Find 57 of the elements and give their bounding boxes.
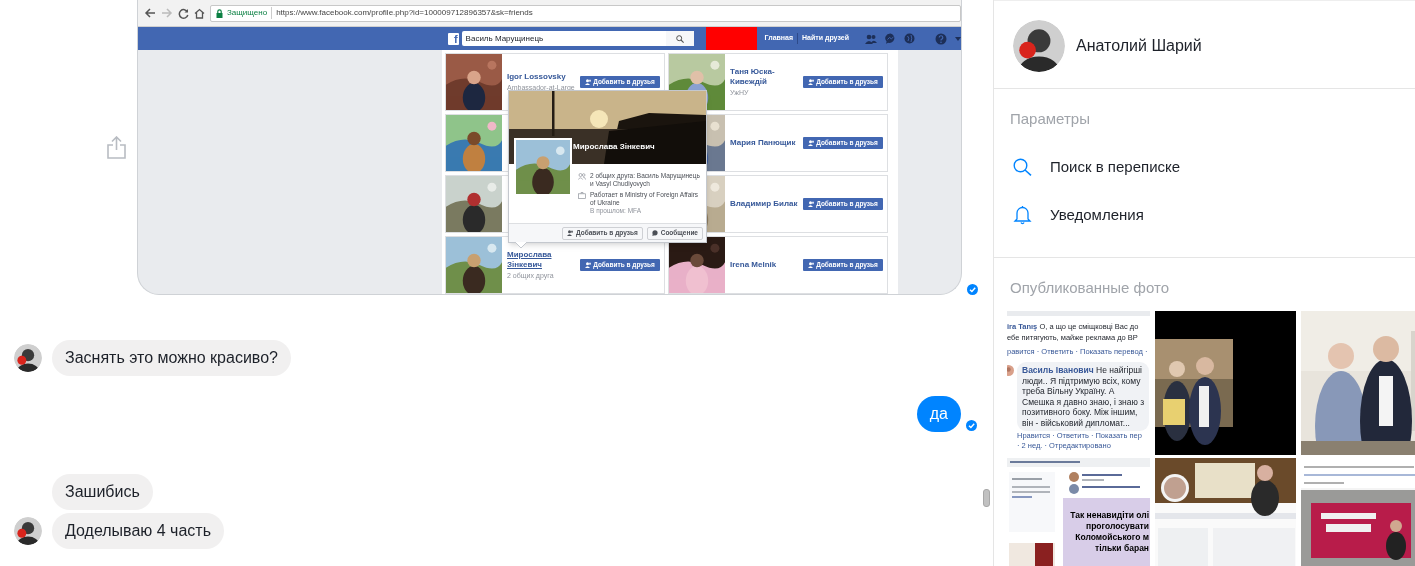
friend-name-link[interactable]: Владимир Билак [730, 199, 798, 209]
friend-name-link[interactable]: Irena Melnik [730, 260, 798, 270]
caret-icon[interactable] [955, 36, 961, 41]
post-image-text: тільки баран [1094, 543, 1149, 554]
section-title: Опубликованные фото [1009, 278, 1170, 298]
message-bubble: Заснять это можно красиво? [52, 340, 291, 376]
settings-option[interactable]: Уведомления [1010, 191, 1415, 239]
friend-name-link[interactable]: Мария Панющик [730, 138, 798, 148]
add-person-icon [808, 140, 815, 146]
bell-icon [1013, 205, 1032, 225]
post-image-text: Коломойського м [1075, 532, 1149, 543]
add-person-icon [808, 79, 815, 85]
comment-text: Василь Іванович Не найгірші [1022, 365, 1143, 376]
share-icon[interactable] [107, 136, 126, 159]
add-person-icon [567, 230, 574, 236]
search-field[interactable]: Василь Марущинець [461, 31, 694, 46]
add-person-icon [808, 201, 815, 207]
message-bubble: Доделываю 4 часть [52, 513, 224, 549]
friend-name-link[interactable]: Таня Юска-Кивеждій [730, 67, 798, 87]
add-person-icon [585, 79, 592, 85]
url-text: https://www.facebook.com/profile.php?id=100009712896357&sk=friends [276, 7, 533, 19]
comment-text: треба Вільну Україну. А [1022, 386, 1116, 397]
people-icon [578, 173, 586, 180]
search-icon [1013, 158, 1032, 176]
home-icon[interactable] [194, 7, 205, 19]
messenger-icon[interactable] [885, 33, 896, 44]
comment-text: люди.. Я підтримую всіх, кому [1022, 375, 1142, 386]
photo-thumbnail[interactable]: Так ненавидіти олі проголосувати Коломойського м тільки баран [1007, 458, 1150, 566]
globe-icon[interactable] [904, 33, 915, 44]
forward-icon[interactable] [161, 8, 173, 18]
friend-name-link[interactable]: Мирослава Зінкевич [507, 250, 575, 270]
friend-name-link[interactable]: Igor Lossovsky [507, 72, 575, 82]
comment-text: він - військовий дипломат... [1022, 417, 1131, 428]
briefcase-icon [578, 192, 586, 199]
reload-icon[interactable] [178, 7, 189, 19]
address-bar[interactable]: Защищено https://www.facebook.com/profile.php?id=100009712896357&sk=friends [210, 4, 961, 22]
section-title: Параметры [1010, 109, 1091, 126]
lock-icon [216, 8, 223, 18]
search-icon [675, 34, 684, 43]
secure-label: Защищено [227, 7, 273, 19]
post-image-text: Так ненавидіти олі [1070, 510, 1149, 521]
scrollbar-thumb[interactable] [983, 489, 990, 507]
message-bubble: Зашибись [52, 474, 153, 510]
comment-text: позитивного боку. Між іншим, [1022, 407, 1139, 418]
add-person-icon [585, 262, 592, 268]
help-icon[interactable] [935, 32, 947, 45]
contact-name: Анатолий Шарий [1076, 35, 1202, 56]
chat-bubble-icon [651, 230, 658, 236]
redaction-block [705, 27, 757, 50]
message-bubble: да [916, 396, 961, 432]
comment-text: Смешка я давно знаю, і знаю з [1022, 396, 1145, 407]
post-image-text: проголосувати [1086, 521, 1149, 532]
back-icon[interactable] [144, 8, 156, 18]
friends-icon[interactable] [865, 33, 877, 44]
add-person-icon [808, 262, 815, 268]
settings-option[interactable]: Поиск в переписке [1010, 143, 1415, 191]
logo[interactable]: f [448, 32, 459, 45]
